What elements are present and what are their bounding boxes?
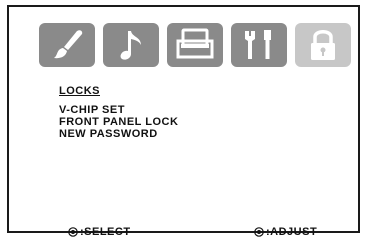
adjust-hint: :ADJUST [254,226,317,238]
joystick-adjust-icon [254,227,264,237]
music-note-icon [120,31,141,60]
tab-setup[interactable] [167,23,223,67]
tools-icon [245,30,271,59]
tv-monitor-icon [176,28,214,59]
tab-features[interactable] [231,23,287,67]
menu-item-new-password[interactable]: NEW PASSWORD [59,128,178,140]
padlock-icon [311,30,335,60]
paintbrush-icon [54,30,83,59]
menu-item-front-panel-lock[interactable]: FRONT PANEL LOCK [59,116,178,128]
tab-picture[interactable] [39,23,95,67]
tab-locks[interactable] [295,23,351,67]
menu-list: V-CHIP SET FRONT PANEL LOCK NEW PASSWORD [59,104,178,140]
select-hint: :SELECT [68,226,131,238]
joystick-select-icon [68,227,78,237]
select-hint-label: :SELECT [80,226,131,238]
adjust-hint-label: :ADJUST [266,226,318,238]
menu-tab-bar [39,23,351,67]
osd-menu-screen: LOCKS V-CHIP SET FRONT PANEL LOCK NEW PA… [7,5,360,238]
tab-audio[interactable] [103,23,159,67]
menu-item-v-chip-set[interactable]: V-CHIP SET [59,104,178,116]
menu-heading: LOCKS [59,85,100,97]
